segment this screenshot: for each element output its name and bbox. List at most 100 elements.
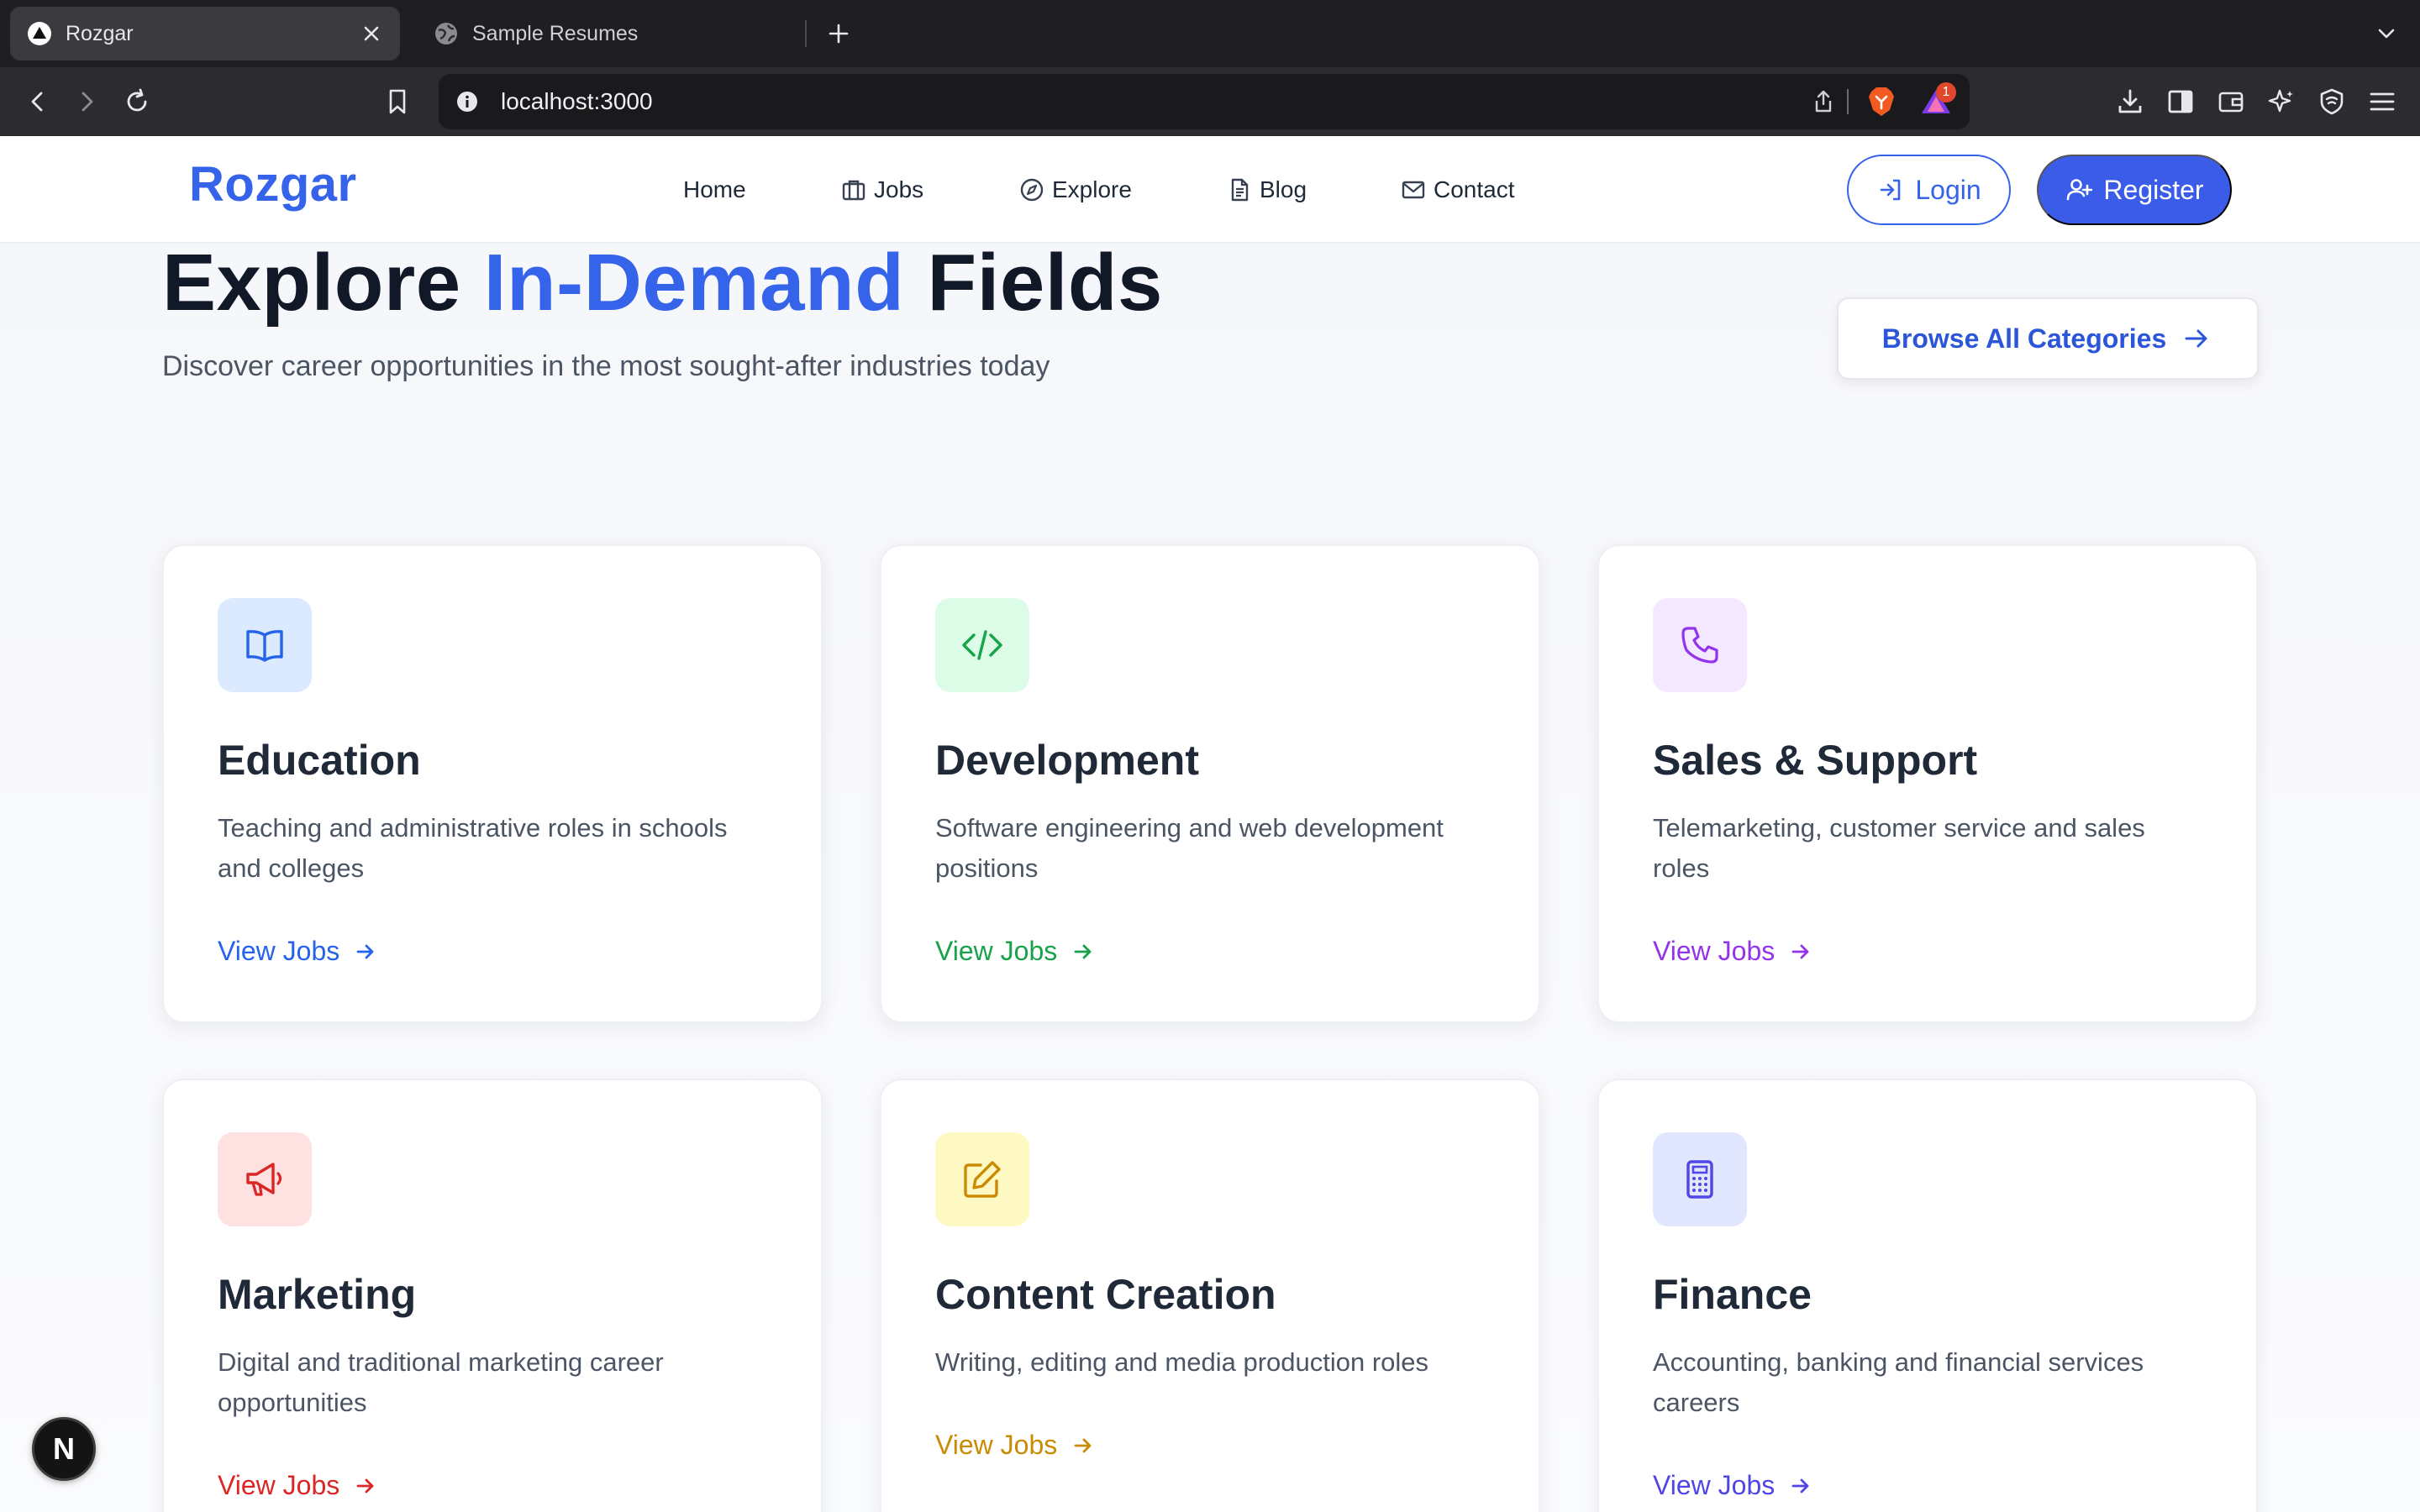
bookmark-icon[interactable] <box>376 81 418 123</box>
nav-label: Explore <box>1052 176 1132 202</box>
card-title: Sales & Support <box>1653 737 1978 784</box>
url-divider <box>1847 89 1849 114</box>
category-card-sales-support[interactable]: Sales & Support Telemarketing, customer … <box>1597 544 2258 1023</box>
login-label: Login <box>1915 174 1981 205</box>
address-bar[interactable]: localhost:3000 1 <box>439 74 1970 129</box>
category-card-marketing[interactable]: Marketing Digital and traditional market… <box>162 1079 823 1512</box>
arrow-right-icon <box>353 939 378 964</box>
document-icon <box>1226 176 1253 203</box>
tab-separator <box>805 20 807 47</box>
arrow-right-icon <box>1788 1473 1813 1499</box>
title-part-2: Fields <box>904 238 1163 328</box>
link-label: View Jobs <box>1653 1470 1776 1500</box>
view-jobs-link[interactable]: View Jobs <box>218 936 378 967</box>
nav-label: Home <box>683 176 746 202</box>
globe-icon <box>434 21 459 46</box>
dev-badge-letter: N <box>53 1431 75 1466</box>
main-content: Explore In-Demand Fields Discover career… <box>0 238 2420 1512</box>
rewards-count-badge: 1 <box>1936 82 1956 102</box>
site-info-icon[interactable] <box>450 85 484 118</box>
category-card-development[interactable]: Development Software engineering and web… <box>880 544 1540 1023</box>
login-icon <box>1876 176 1905 204</box>
site-header: Rozgar Home Jobs Explore Blog Contact Lo… <box>0 136 2420 244</box>
url-text[interactable]: localhost:3000 <box>501 74 653 129</box>
code-icon <box>935 598 1029 692</box>
nav-explore[interactable]: Explore <box>1018 136 1132 244</box>
card-description: Software engineering and web development… <box>935 813 1444 883</box>
nav-label: Blog <box>1260 176 1307 202</box>
download-icon[interactable] <box>2109 81 2151 123</box>
phone-icon <box>1653 598 1747 692</box>
arrow-right-icon <box>1071 1433 1096 1458</box>
back-icon[interactable] <box>17 81 59 123</box>
browse-label: Browse All Categories <box>1881 323 2167 354</box>
leo-ai-icon[interactable] <box>2260 81 2302 123</box>
card-description: Teaching and administrative roles in sch… <box>218 813 728 883</box>
rewards-icon[interactable]: 1 <box>1914 82 1958 121</box>
view-jobs-link[interactable]: View Jobs <box>1653 936 1813 967</box>
nav-blog[interactable]: Blog <box>1226 136 1307 244</box>
reload-icon[interactable] <box>116 81 158 123</box>
register-button[interactable]: Register <box>2037 155 2232 225</box>
card-title: Finance <box>1653 1271 1812 1318</box>
sidebar-icon[interactable] <box>2160 81 2202 123</box>
user-plus-icon <box>2065 176 2093 204</box>
link-label: View Jobs <box>218 1470 340 1500</box>
view-jobs-link[interactable]: View Jobs <box>935 936 1096 967</box>
arrow-right-icon <box>1071 939 1096 964</box>
browser-toolbar: localhost:3000 1 <box>0 67 2420 136</box>
title-accent: In-Demand <box>483 238 905 328</box>
compass-icon <box>1018 176 1045 203</box>
browser-tab-bar: Rozgar Sample Resumes <box>0 0 2420 67</box>
nav-label: Contact <box>1434 176 1515 202</box>
calculator-icon <box>1653 1132 1747 1226</box>
forward-icon[interactable] <box>66 81 108 123</box>
card-description: Telemarketing, customer service and sale… <box>1653 813 2145 883</box>
nav-label: Jobs <box>874 176 924 202</box>
tab-sample-resumes[interactable]: Sample Resumes <box>417 7 803 60</box>
link-label: View Jobs <box>935 936 1058 966</box>
tab-rozgar[interactable]: Rozgar <box>10 7 400 60</box>
vpn-shield-icon[interactable] <box>2311 81 2353 123</box>
view-jobs-link[interactable]: View Jobs <box>218 1470 378 1501</box>
register-label: Register <box>2103 174 2204 205</box>
view-jobs-link[interactable]: View Jobs <box>935 1430 1096 1461</box>
page-title: Explore In-Demand Fields <box>162 237 1163 329</box>
megaphone-icon <box>218 1132 312 1226</box>
login-button[interactable]: Login <box>1847 155 2011 225</box>
card-description: Digital and traditional marketing career… <box>218 1347 664 1417</box>
edit-icon <box>935 1132 1029 1226</box>
site-logo[interactable]: Rozgar <box>189 156 357 213</box>
link-label: View Jobs <box>218 936 340 966</box>
nav-home[interactable]: Home <box>683 136 746 244</box>
card-title: Development <box>935 737 1199 784</box>
nav-jobs[interactable]: Jobs <box>840 136 923 244</box>
category-card-finance[interactable]: Finance Accounting, banking and financia… <box>1597 1079 2258 1512</box>
link-label: View Jobs <box>935 1430 1058 1460</box>
nav-contact[interactable]: Contact <box>1400 136 1515 244</box>
triangle-favicon-icon <box>27 21 52 46</box>
card-title: Education <box>218 737 421 784</box>
menu-icon[interactable] <box>2361 81 2403 123</box>
link-label: View Jobs <box>1653 936 1776 966</box>
tab-title: Rozgar <box>66 21 134 45</box>
view-jobs-link[interactable]: View Jobs <box>1653 1470 1813 1501</box>
arrow-right-icon <box>353 1473 378 1499</box>
chevron-down-icon[interactable] <box>2368 15 2405 52</box>
card-description: Writing, editing and media production ro… <box>935 1347 1429 1377</box>
card-description: Accounting, banking and financial servic… <box>1653 1347 2144 1417</box>
card-title: Content Creation <box>935 1271 1276 1318</box>
category-card-content-creation[interactable]: Content Creation Writing, editing and me… <box>880 1079 1540 1512</box>
book-icon <box>218 598 312 692</box>
share-icon[interactable] <box>1807 85 1840 118</box>
arrow-right-icon <box>1788 939 1813 964</box>
title-part-1: Explore <box>162 238 484 328</box>
brave-shield-icon[interactable] <box>1862 82 1901 121</box>
wallet-icon[interactable] <box>2210 81 2252 123</box>
close-icon[interactable] <box>355 17 388 50</box>
nextjs-dev-badge[interactable]: N <box>32 1417 96 1481</box>
new-tab-button[interactable] <box>820 15 857 52</box>
briefcase-icon <box>840 176 867 203</box>
browse-all-categories-button[interactable]: Browse All Categories <box>1837 297 2259 380</box>
category-card-education[interactable]: Education Teaching and administrative ro… <box>162 544 823 1023</box>
